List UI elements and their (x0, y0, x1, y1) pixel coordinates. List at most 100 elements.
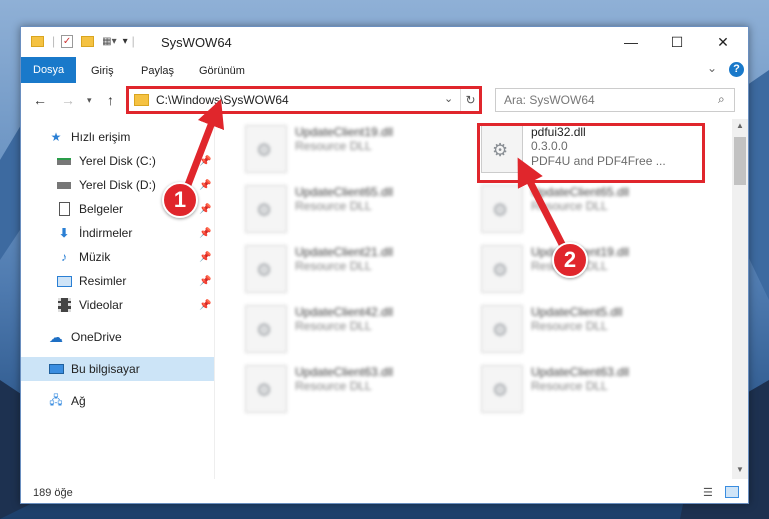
title-bar: | ✓ ▦▾ ▾ | SysWOW64 — ☐ ✕ (21, 27, 748, 57)
music-icon: ♪ (61, 250, 67, 264)
computer-icon (47, 361, 65, 377)
large-icons-view-icon[interactable] (725, 486, 739, 498)
file-name: UpdateClient21.dll (295, 245, 394, 259)
sidebar-item-music[interactable]: ♪ Müzik 📌 (21, 245, 214, 269)
ribbon-collapse-icon[interactable]: ⌄ (707, 61, 717, 75)
file-type: Resource DLL (531, 319, 608, 333)
sidebar-item-label: Yerel Disk (C:) (79, 154, 156, 168)
help-icon[interactable]: ? (729, 62, 744, 77)
pane-divider (214, 119, 215, 479)
new-folder-icon[interactable] (81, 35, 95, 47)
step-badge-1: 1 (162, 182, 198, 218)
dll-file-icon: ⚙ (481, 185, 523, 233)
sidebar-item-label: İndirmeler (79, 226, 133, 240)
file-item[interactable]: ⚙ UpdateClient5.dll Resource DLL (481, 305, 711, 361)
file-name: UpdateClient63.dll (531, 365, 630, 379)
pin-icon[interactable]: 📌 (199, 180, 211, 191)
sidebar-item-quick-access[interactable]: ★ Hızlı erişim (21, 125, 214, 149)
sidebar-item-label: Belgeler (79, 202, 124, 216)
sidebar-item-onedrive[interactable]: ☁ OneDrive (21, 325, 214, 349)
dll-file-icon: ⚙ (481, 365, 523, 413)
file-name: UpdateClient19.dll (295, 125, 394, 139)
back-arrow-icon[interactable]: ← (33, 92, 47, 108)
scroll-down-icon[interactable]: ▼ (736, 465, 744, 474)
pin-icon[interactable]: 📌 (199, 156, 211, 167)
address-highlight-box (126, 86, 482, 114)
customize-icon[interactable]: ▦▾ (102, 36, 116, 47)
dll-file-icon: ⚙ (245, 125, 287, 173)
sidebar-item-pictures[interactable]: Resimler 📌 (21, 269, 214, 293)
file-item[interactable]: ⚙ UpdateClient19.dllResource DLL (481, 245, 711, 301)
file-item[interactable]: ⚙ UpdateClient63.dll Resource DLL (245, 365, 475, 421)
vertical-scrollbar[interactable]: ▲ ▼ (732, 119, 748, 479)
tab-giris[interactable]: Giriş (85, 61, 120, 81)
file-item[interactable]: ⚙ UpdateClient65.dll Resource DLL (481, 185, 711, 241)
close-button[interactable]: ✕ (700, 27, 746, 57)
sidebar-item-label: Bu bilgisayar (71, 362, 140, 376)
folder-icon (31, 35, 44, 47)
sidebar-item-videos[interactable]: Videolar 📌 (21, 293, 214, 317)
pictures-icon (55, 273, 73, 289)
pin-icon[interactable]: 📌 (199, 276, 211, 287)
star-icon: ★ (50, 130, 62, 144)
file-item[interactable]: ⚙ UpdateClient63.dll Resource DLL (481, 365, 711, 421)
sidebar-item-label: Resimler (79, 274, 127, 288)
tab-gorunum[interactable]: Görünüm (193, 61, 251, 81)
file-type: Resource DLL (531, 199, 608, 213)
file-name: UpdateClient63.dll (295, 365, 394, 379)
window-title: SysWOW64 (161, 35, 232, 50)
properties-icon[interactable]: ✓ (61, 34, 74, 48)
file-item[interactable]: ⚙ UpdateClient42.dll Resource DLL (245, 305, 475, 361)
recent-locations-icon[interactable]: ▾ (87, 95, 92, 106)
dropdown-icon[interactable]: ▾ (123, 36, 128, 47)
documents-icon (55, 201, 73, 217)
file-name: UpdateClient5.dll (531, 305, 623, 319)
search-placeholder: Ara: SysWOW64 (504, 93, 595, 107)
file-name: UpdateClient65.dll (295, 185, 394, 199)
pin-icon[interactable]: 📌 (199, 252, 211, 263)
quick-access-toolbar: | ✓ ▦▾ ▾ | (31, 34, 135, 48)
sidebar-item-network[interactable]: 🖧 Ağ (21, 389, 214, 413)
pin-icon[interactable]: 📌 (199, 300, 211, 311)
tab-dosya[interactable]: Dosya (21, 57, 77, 83)
network-icon: 🖧 (49, 392, 63, 407)
sidebar-item-label: Yerel Disk (D:) (79, 178, 156, 192)
maximize-button[interactable]: ☐ (654, 27, 700, 57)
file-type: Resource DLL (295, 139, 372, 153)
ribbon-tabs: Dosya Giriş Paylaş Görünüm ⌄ ? (21, 57, 748, 83)
cloud-icon: ☁ (49, 328, 63, 345)
search-input[interactable]: Ara: SysWOW64 ⌕ (495, 88, 735, 112)
scrollbar-thumb[interactable] (734, 137, 746, 185)
up-arrow-icon[interactable]: ↑ (107, 92, 114, 108)
file-item[interactable]: ⚙ UpdateClient65.dll Resource DLL (245, 185, 475, 241)
sidebar-item-disk-c[interactable]: Yerel Disk (C:) 📌 (21, 149, 214, 173)
forward-arrow-icon[interactable]: → (61, 92, 75, 108)
video-icon (55, 297, 73, 313)
drive-icon (55, 177, 73, 193)
sidebar-item-label: OneDrive (71, 330, 122, 344)
pin-icon[interactable]: 📌 (199, 204, 211, 215)
download-icon: ⬇ (58, 226, 70, 240)
dll-file-icon: ⚙ (245, 185, 287, 233)
dll-file-icon: ⚙ (481, 245, 523, 293)
dll-file-icon: ⚙ (481, 305, 523, 353)
file-type: Resource DLL (531, 379, 608, 393)
dll-file-icon: ⚙ (245, 365, 287, 413)
search-icon: ⌕ (718, 92, 725, 106)
item-count: 189 öğe (33, 487, 73, 499)
scroll-up-icon[interactable]: ▲ (736, 121, 744, 130)
pin-icon[interactable]: 📌 (199, 228, 211, 239)
sidebar-item-label: Hızlı erişim (71, 130, 131, 144)
sidebar-item-label: Videolar (79, 298, 123, 312)
separator: | (131, 34, 135, 48)
navigation-pane: ★ Hızlı erişim Yerel Disk (C:) 📌 Yerel D… (21, 119, 214, 479)
sidebar-item-downloads[interactable]: ⬇ İndirmeler 📌 (21, 221, 214, 245)
tab-paylas[interactable]: Paylaş (135, 61, 180, 81)
details-view-icon[interactable]: ☰ (703, 486, 713, 499)
minimize-button[interactable]: — (608, 27, 654, 57)
file-item[interactable]: ⚙ UpdateClient21.dll Resource DLL (245, 245, 475, 301)
file-item[interactable]: ⚙ UpdateClient19.dllResource DLL (245, 125, 475, 181)
file-type: Resource DLL (295, 259, 372, 273)
sidebar-item-this-pc[interactable]: Bu bilgisayar (21, 357, 214, 381)
step-badge-2: 2 (552, 242, 588, 278)
